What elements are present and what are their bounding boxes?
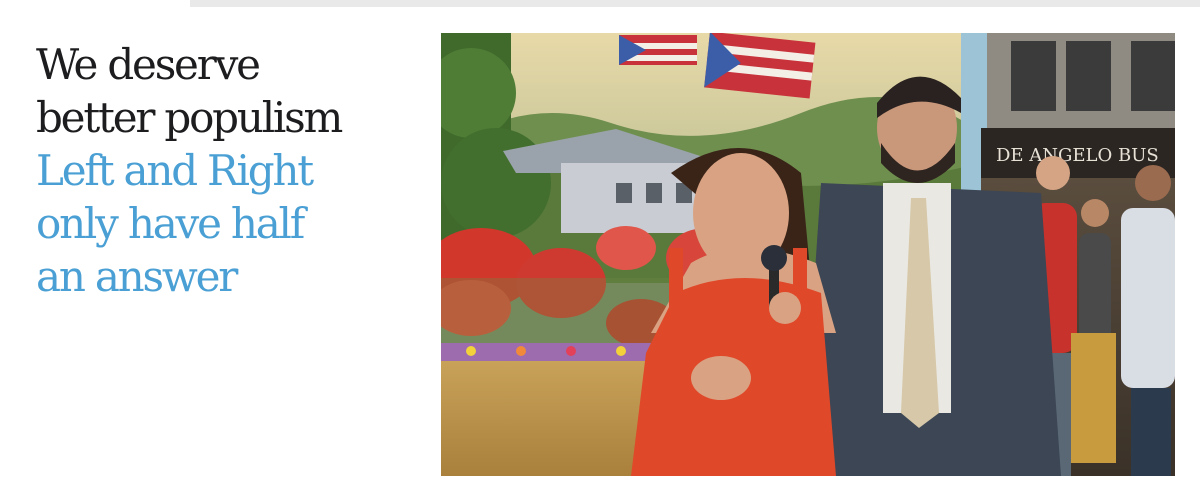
- flag-left: [619, 35, 697, 65]
- hero-photo-illustration: DE ANGELO BUS: [441, 33, 1175, 476]
- article-header[interactable]: We deserve better populism Left and Righ…: [36, 38, 426, 303]
- article-subhead[interactable]: Left and Right only have half an answer: [36, 144, 426, 303]
- flag-right: [704, 33, 816, 99]
- headline-line-1: We deserve: [36, 40, 261, 89]
- top-divider-bar: [190, 0, 1200, 7]
- store-sign-text: DE ANGELO BUS: [996, 145, 1159, 166]
- subhead-line-2: only have half: [36, 199, 305, 248]
- headline-line-2: better populism: [36, 93, 343, 142]
- hero-image[interactable]: DE ANGELO BUS: [441, 33, 1175, 476]
- subhead-line-1: Left and Right: [36, 146, 314, 195]
- subhead-line-3: an answer: [36, 252, 238, 301]
- article-headline[interactable]: We deserve better populism: [36, 38, 426, 144]
